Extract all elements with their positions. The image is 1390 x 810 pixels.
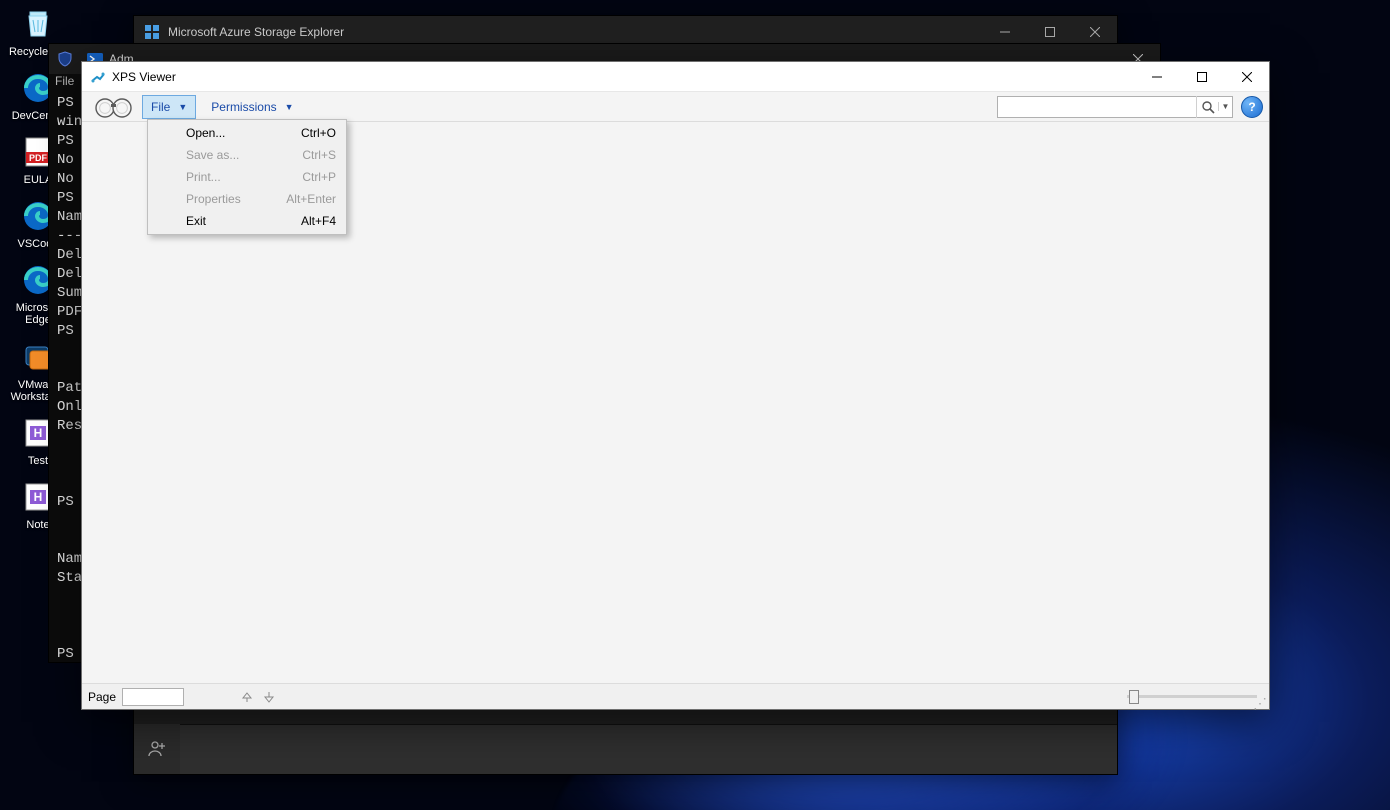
xps-search-button[interactable]	[1196, 96, 1218, 118]
menu-item-accelerator: Ctrl+P	[302, 170, 336, 184]
recycle-bin-icon	[18, 4, 58, 44]
resize-grip-icon[interactable]: ⋰	[1253, 699, 1267, 707]
xps-file-dropdown: Open... Ctrl+O Save as... Ctrl+S Print... Ctr…	[147, 119, 347, 235]
svg-text:H: H	[34, 426, 43, 440]
xps-titlebar[interactable]: XPS Viewer	[82, 62, 1269, 92]
xps-search-input[interactable]	[998, 100, 1196, 114]
xps-search-options-button[interactable]: ▼	[1218, 102, 1232, 111]
xps-file-menu-button[interactable]: File ▼	[142, 95, 196, 119]
svg-text:PDF: PDF	[29, 153, 48, 163]
menu-item-accelerator: Alt+Enter	[286, 192, 336, 206]
xps-page-label: Page	[88, 690, 116, 704]
xps-zoom-track[interactable]	[1127, 695, 1257, 698]
xps-file-menu-item-exit[interactable]: Exit Alt+F4	[150, 210, 344, 232]
xps-permissions-menu-label: Permissions	[211, 100, 276, 114]
menu-item-label: Exit	[186, 214, 206, 228]
azure-app-icon	[144, 24, 160, 40]
azure-account-button[interactable]	[134, 724, 180, 774]
menu-item-label: Properties	[186, 192, 241, 206]
xps-close-button[interactable]	[1224, 63, 1269, 91]
arrow-up-icon	[240, 690, 254, 704]
chevron-down-icon: ▼	[285, 102, 294, 112]
search-icon	[1201, 100, 1215, 114]
menu-item-accelerator: Ctrl+S	[302, 148, 336, 162]
person-add-icon	[147, 739, 167, 759]
menu-item-accelerator: Alt+F4	[301, 214, 336, 228]
xps-toolbar: File ▼ Permissions ▼ ▼ ?	[82, 92, 1269, 122]
xps-file-menu-item-save-as: Save as... Ctrl+S	[150, 144, 344, 166]
xps-help-button[interactable]: ?	[1241, 96, 1263, 118]
xps-file-menu-item-properties: Properties Alt+Enter	[150, 188, 344, 210]
menu-item-accelerator: Ctrl+O	[301, 126, 336, 140]
xps-file-menu-item-print: Print... Ctrl+P	[150, 166, 344, 188]
shield-icon	[57, 51, 73, 67]
xps-page-down-button[interactable]	[262, 690, 276, 704]
xps-permissions-menu-button[interactable]: Permissions ▼	[202, 95, 302, 119]
xps-zoom-slider[interactable]	[1121, 695, 1263, 698]
desktop-icon-label: Note	[26, 519, 49, 531]
xps-app-icon	[90, 69, 106, 85]
azure-title: Microsoft Azure Storage Explorer	[168, 25, 982, 39]
xps-maximize-button[interactable]	[1179, 63, 1224, 91]
menu-item-label: Open...	[186, 126, 225, 140]
xps-search-box[interactable]: ▼	[997, 96, 1233, 118]
arrow-down-icon	[262, 690, 276, 704]
menu-item-label: Save as...	[186, 148, 239, 162]
chevron-down-icon: ▼	[178, 102, 187, 112]
xps-minimize-button[interactable]	[1134, 63, 1179, 91]
azure-activity-bar	[180, 724, 1117, 774]
xps-page-up-button[interactable]	[240, 690, 254, 704]
xps-zoom-thumb[interactable]	[1129, 690, 1139, 704]
xps-file-menu-label: File	[151, 100, 170, 114]
xps-page-input[interactable]	[122, 688, 184, 706]
xps-title: XPS Viewer	[112, 70, 1134, 84]
menu-item-label: Print...	[186, 170, 221, 184]
binoculars-icon[interactable]	[86, 92, 142, 122]
desktop-icon-label: Test	[28, 455, 48, 467]
svg-text:H: H	[34, 490, 43, 504]
ps-menu-file[interactable]: File	[55, 74, 74, 88]
xps-file-menu-item-open[interactable]: Open... Ctrl+O	[150, 122, 344, 144]
xps-statusbar: Page	[82, 683, 1269, 709]
